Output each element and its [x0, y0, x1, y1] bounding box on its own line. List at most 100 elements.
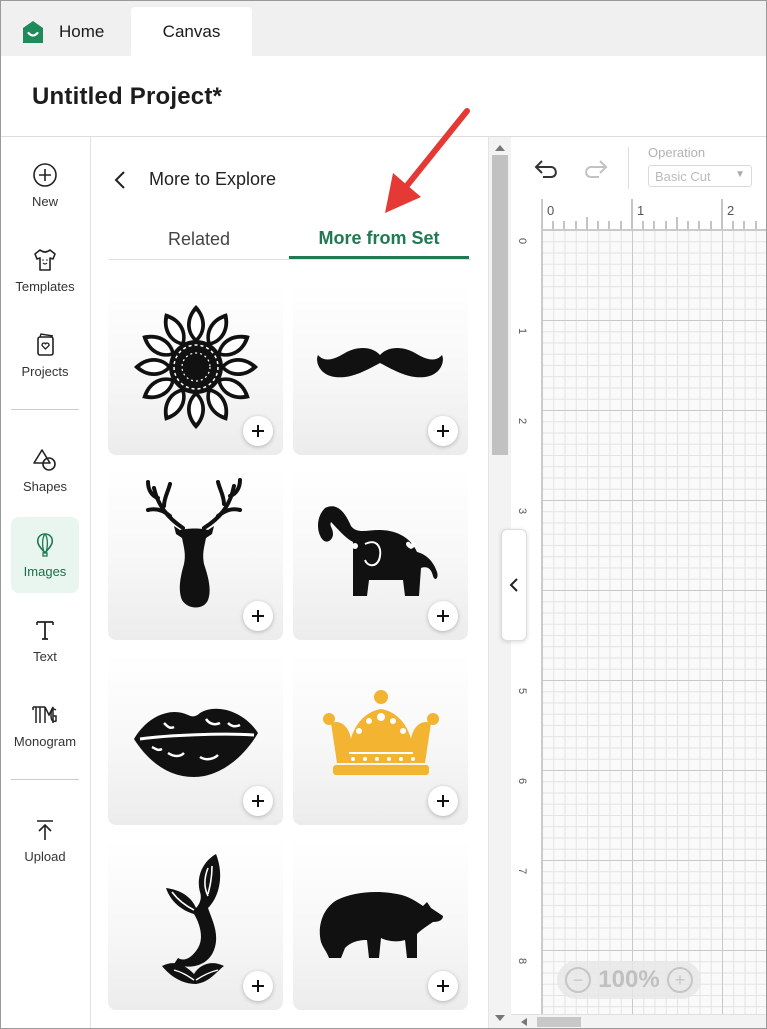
add-image-button[interactable]	[243, 786, 273, 816]
upload-icon	[37, 820, 53, 840]
image-card-sunflower[interactable]	[108, 283, 283, 455]
add-image-button[interactable]	[243, 971, 273, 1001]
nav-divider	[11, 409, 79, 410]
image-card-deer-head[interactable]	[108, 468, 283, 640]
undo-icon[interactable]	[533, 157, 561, 181]
nav-projects-label: Projects	[21, 364, 69, 379]
canvas-toolbar: Operation Basic Cut ▼	[511, 137, 766, 199]
scroll-down-icon	[495, 1015, 505, 1021]
plus-icon	[252, 795, 264, 807]
add-image-button[interactable]	[428, 786, 458, 816]
chevron-left-icon	[114, 170, 125, 189]
operation-value: Basic Cut	[655, 168, 711, 184]
add-image-button[interactable]	[428, 416, 458, 446]
panel-scroll-thumb[interactable]	[492, 155, 508, 455]
toolbar-divider	[628, 147, 629, 189]
add-image-button[interactable]	[243, 416, 273, 446]
ruler-top-number: 2	[727, 203, 735, 218]
balloon-icon	[36, 533, 54, 557]
nav-images-label: Images	[23, 564, 67, 579]
ruler-horizontal: 0 1 2	[515, 199, 766, 230]
zoom-in-button[interactable]: +	[666, 967, 693, 993]
ruler-left-number: 0	[516, 237, 529, 245]
back-to-explore[interactable]: More to Explore	[113, 169, 276, 190]
tab-home[interactable]: Home	[21, 7, 104, 56]
chevron-left-icon	[509, 578, 518, 592]
nav-upload[interactable]: Upload	[11, 802, 79, 878]
plus-icon	[252, 980, 264, 992]
ruler-left-number: 2	[516, 417, 529, 425]
nav-images[interactable]: Images	[11, 517, 79, 593]
nav-text-label: Text	[33, 649, 57, 664]
image-card-lips[interactable]	[108, 653, 283, 825]
ruler-left-number: 7	[516, 867, 529, 875]
plus-icon	[437, 795, 449, 807]
add-image-button[interactable]	[428, 971, 458, 1001]
monogram-icon	[32, 706, 57, 723]
add-image-button[interactable]	[428, 601, 458, 631]
nav-new[interactable]: New	[11, 147, 79, 223]
scroll-up-icon	[495, 145, 505, 151]
zoom-value: 100%	[598, 966, 660, 993]
tshirt-icon	[34, 249, 56, 271]
ruler-left-number: 8	[516, 957, 529, 965]
ruler-left-number: 3	[516, 507, 529, 515]
tab-related[interactable]: Related	[109, 221, 289, 257]
back-label: More to Explore	[149, 169, 277, 189]
app-window: Home Canvas Untitled Project* New Templa…	[0, 0, 767, 1029]
collapse-panel-button[interactable]	[501, 529, 527, 641]
ruler-top-number: 0	[547, 203, 555, 218]
operation-select[interactable]: Basic Cut ▼	[648, 165, 752, 187]
image-card-crown[interactable]	[293, 653, 468, 825]
projects-icon	[37, 333, 54, 356]
tab-canvas-label: Canvas	[162, 21, 221, 41]
plus-icon	[252, 425, 264, 437]
ruler-corner	[515, 199, 542, 230]
project-header: Untitled Project*	[1, 56, 766, 137]
zoom-out-button[interactable]: −	[565, 967, 591, 993]
ruler-left-number: 6	[516, 777, 529, 785]
nav-text[interactable]: Text	[11, 602, 79, 678]
nav-monogram[interactable]: Monogram	[11, 687, 79, 763]
nav-templates[interactable]: Templates	[11, 232, 79, 308]
canvas-scroll-thumb[interactable]	[537, 1017, 581, 1027]
plus-icon	[437, 980, 449, 992]
nav-upload-label: Upload	[24, 849, 66, 864]
nav-divider	[11, 779, 79, 780]
plus-icon	[252, 610, 264, 622]
nav-monogram-label: Monogram	[13, 734, 77, 749]
ruler-left-number: 1	[516, 327, 529, 335]
shapes-icon	[33, 449, 56, 471]
home-icon	[23, 20, 43, 43]
redo-icon[interactable]	[581, 157, 609, 181]
operation-label: Operation	[648, 145, 706, 160]
ruler-left-number: 5	[516, 687, 529, 695]
ruler-top-number: 1	[637, 203, 645, 218]
caret-down-icon: ▼	[735, 169, 745, 180]
plus-circle-icon	[33, 163, 57, 187]
tab-bar: Home Canvas	[1, 1, 766, 56]
tab-canvas[interactable]: Canvas	[131, 7, 252, 56]
tab-more-from-set[interactable]: More from Set	[289, 221, 469, 259]
image-card-bear[interactable]	[293, 838, 468, 1010]
plus-icon	[437, 610, 449, 622]
scroll-left-icon	[521, 1018, 527, 1026]
nav-templates-label: Templates	[15, 279, 75, 294]
project-title[interactable]: Untitled Project*	[32, 83, 222, 111]
add-image-button[interactable]	[243, 601, 273, 631]
nav-new-label: New	[31, 194, 58, 209]
text-icon	[36, 621, 54, 640]
nav-shapes[interactable]: Shapes	[11, 432, 79, 508]
image-card-mustache[interactable]	[293, 283, 468, 455]
canvas-horizontal-scrollbar[interactable]	[511, 1014, 766, 1028]
left-nav: New Templates Projects Shapes Images Tex…	[1, 137, 91, 1028]
canvas-grid[interactable]	[542, 230, 766, 1014]
panel-subtabs: Related More from Set	[109, 221, 471, 260]
nav-projects[interactable]: Projects	[11, 317, 79, 393]
plus-icon	[437, 425, 449, 437]
images-panel: More to Explore Related More from Set	[91, 137, 488, 1028]
tab-home-label: Home	[59, 21, 105, 41]
image-card-elephant[interactable]	[293, 468, 468, 640]
zoom-control: − 100% +	[557, 961, 701, 999]
image-card-mermaid-tail[interactable]	[108, 838, 283, 1010]
